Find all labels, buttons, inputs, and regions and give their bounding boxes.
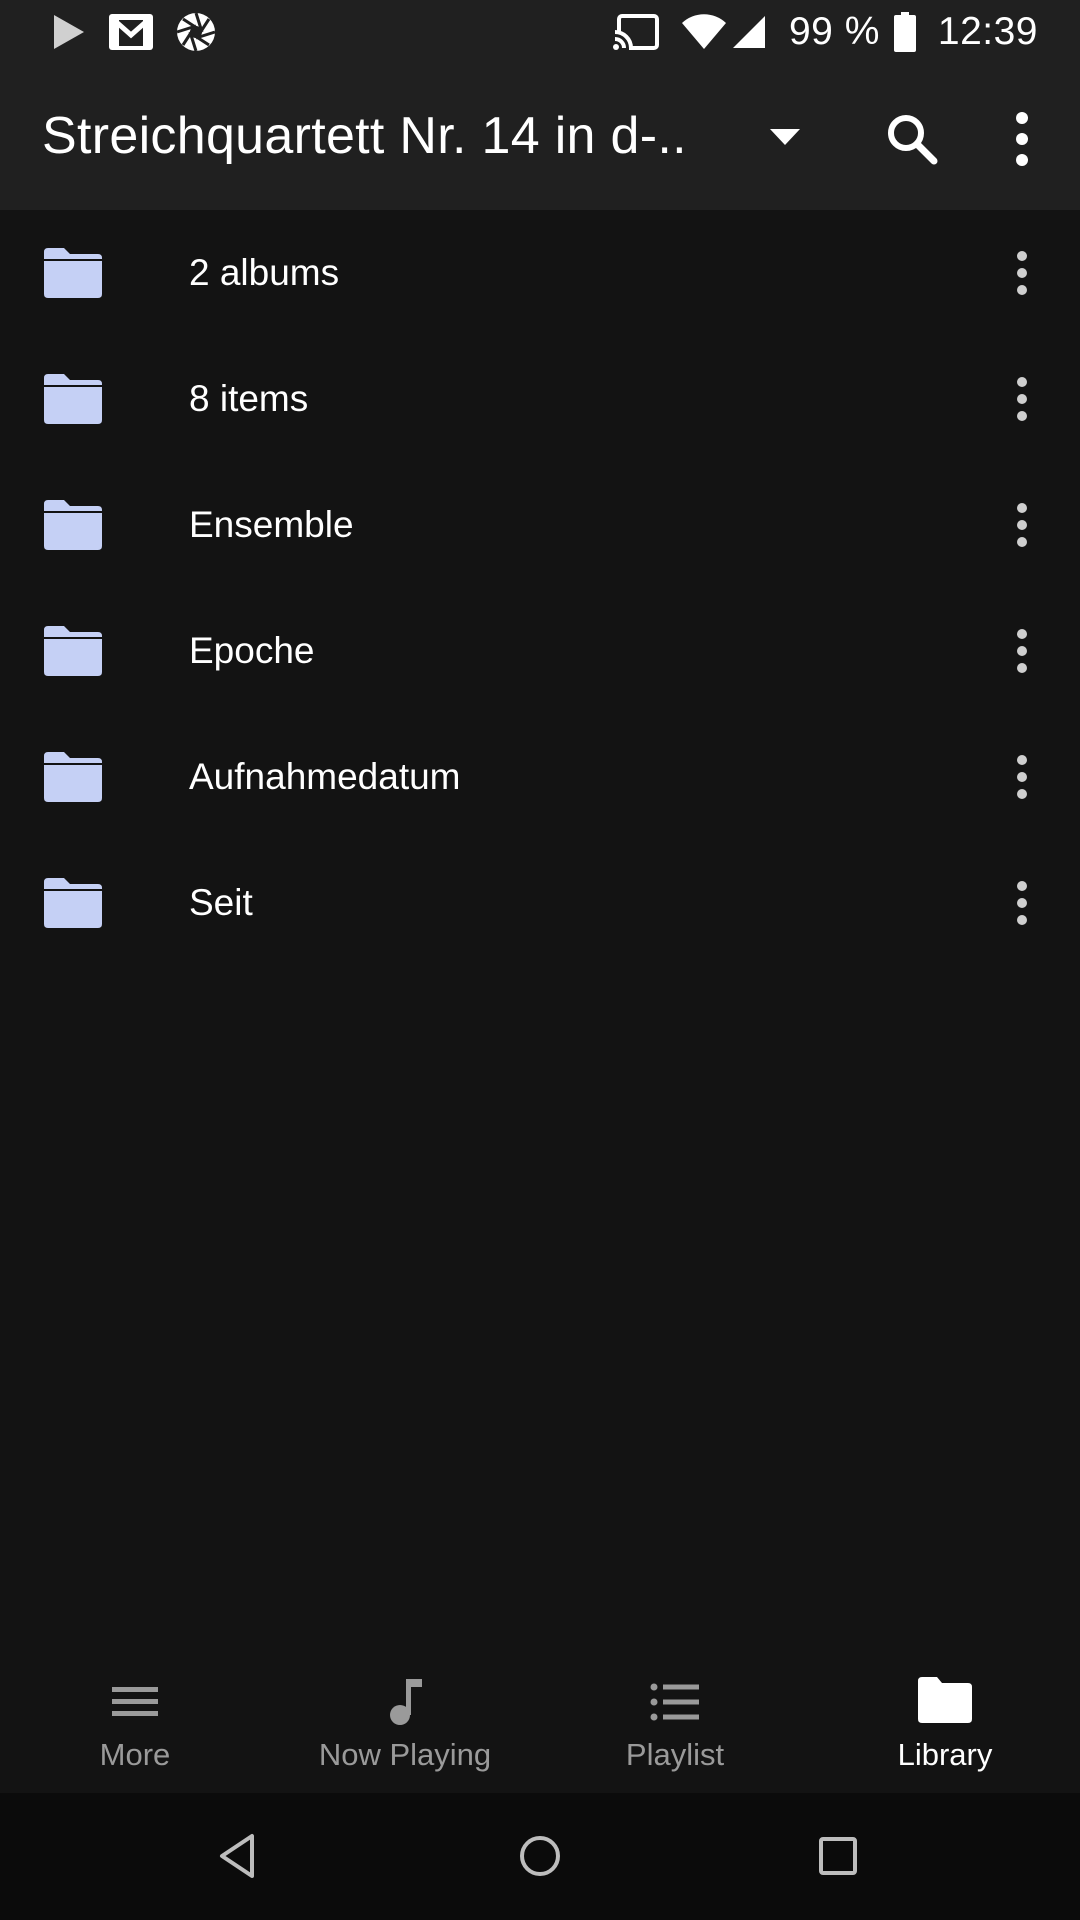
recents-icon[interactable]: [810, 1828, 866, 1884]
list-item[interactable]: Ensemble: [0, 462, 1080, 588]
list-item-label: Seit: [189, 882, 253, 923]
folder-icon: [918, 1677, 972, 1727]
list-item-label: 2 albums: [189, 252, 340, 293]
search-icon[interactable]: [884, 111, 940, 167]
folder-icon: [44, 626, 102, 676]
list-item[interactable]: Seit: [0, 840, 1080, 966]
bottom-navigation: More Now Playing Playlist Library: [0, 1635, 1080, 1793]
gmail-icon: [108, 13, 154, 51]
more-vert-icon[interactable]: [1002, 878, 1042, 928]
back-icon[interactable]: [212, 1828, 268, 1884]
list-item-label: 8 items: [189, 378, 309, 419]
system-navigation-bar: [0, 1793, 1080, 1920]
screen: 99 % 12:39 Streichquartett Nr. 14 in d-.…: [0, 0, 1080, 1920]
more-vert-icon[interactable]: [1002, 248, 1042, 298]
home-icon[interactable]: [512, 1828, 568, 1884]
more-vert-icon[interactable]: [1002, 500, 1042, 550]
status-bar: 99 % 12:39: [0, 0, 1080, 63]
cast-icon: [612, 14, 659, 50]
system-status-icons: 99 % 12:39: [612, 8, 1038, 56]
nav-library[interactable]: Library: [810, 1635, 1080, 1793]
list-item[interactable]: 2 albums: [0, 210, 1080, 336]
nav-now-playing[interactable]: Now Playing: [270, 1635, 540, 1793]
play-store-icon: [52, 13, 86, 51]
more-vert-icon[interactable]: [1002, 374, 1042, 424]
nav-playlist[interactable]: Playlist: [540, 1635, 810, 1793]
list-item-label: Aufnahmedatum: [189, 756, 461, 797]
list-item-label: Ensemble: [189, 504, 354, 545]
dropdown-arrow-icon[interactable]: [770, 127, 800, 147]
list-item[interactable]: Epoche: [0, 588, 1080, 714]
folder-icon: [44, 500, 102, 550]
cell-signal-icon: [731, 14, 767, 50]
overflow-menu-icon[interactable]: [1000, 109, 1044, 169]
more-vert-icon[interactable]: [1002, 752, 1042, 802]
nav-label: Now Playing: [318, 1737, 492, 1772]
folder-icon: [44, 374, 102, 424]
battery-icon: [893, 12, 916, 52]
notification-icons: [52, 10, 238, 54]
list-icon: [650, 1677, 700, 1727]
nav-label: Playlist: [625, 1737, 725, 1772]
nav-label: More: [99, 1737, 171, 1772]
folder-list: 2 albums 8 items Ensemble Epoche Aufnahm…: [0, 210, 1080, 966]
app-bar: Streichquartett Nr. 14 in d-..: [0, 63, 1080, 210]
page-title[interactable]: Streichquartett Nr. 14 in d-..: [42, 63, 687, 210]
music-note-icon: [380, 1677, 430, 1727]
nav-more[interactable]: More: [0, 1635, 270, 1793]
list-item-label: Epoche: [189, 630, 315, 671]
nav-label: Library: [897, 1737, 993, 1772]
list-item[interactable]: 8 items: [0, 336, 1080, 462]
more-vert-icon[interactable]: [1002, 626, 1042, 676]
camera-aperture-icon: [176, 12, 216, 52]
folder-icon: [44, 248, 102, 298]
clock: 12:39: [937, 10, 1038, 53]
list-item[interactable]: Aufnahmedatum: [0, 714, 1080, 840]
battery-percent: 99 %: [788, 10, 880, 53]
folder-icon: [44, 878, 102, 928]
folder-icon: [44, 752, 102, 802]
hamburger-icon: [110, 1677, 160, 1727]
wifi-icon: [681, 14, 727, 50]
